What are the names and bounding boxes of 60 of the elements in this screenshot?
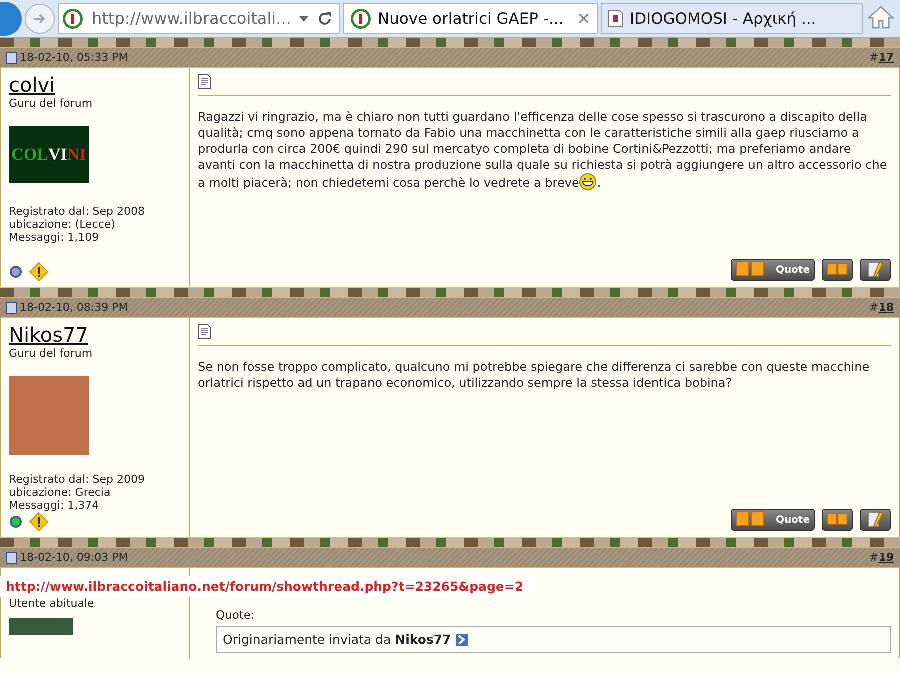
home-icon xyxy=(868,5,894,29)
warning-icon[interactable] xyxy=(29,512,49,532)
post-number-link[interactable]: 19 xyxy=(878,551,894,564)
edit-button[interactable] xyxy=(860,259,891,281)
post-date: 18-02-10, 09:03 PM xyxy=(20,551,128,564)
post-count: Messaggi: 1,374 xyxy=(9,499,100,512)
post-message: Ragazzi vi ringrazio, ma è chiaro non tutti guardano l'efficenza delle cose spesso si trascurono a discapito della qualità; cmq sono appena tornato da Fabio una macchinetta con le caratteristiche simili alla gaep riusciamo a produrla con circa 200€ quindi 290 sul mercatyo completa di bobine Cortini&Pezzotti; ma preferiamo andare avanti con la macchinetta di nostra produzione sulla quale su richiesta si potrà aggiungere un altro accessorio che a molti piacerà; non chiedetemi cosa perchè lo vedrete a breve . xyxy=(198,109,888,191)
shield-icon xyxy=(62,8,84,30)
grin-smiley-icon xyxy=(579,173,598,191)
tab-title: IDIOGOMOSI - Αρχική ... xyxy=(630,10,818,28)
registration-date: Registrato dal: Sep 2009 xyxy=(9,473,146,486)
document-icon xyxy=(6,302,17,314)
status-url: http://www.ilbraccoitaliano.net/forum/showthread.php?t=23265&page=2 xyxy=(0,576,530,597)
arrow-icon[interactable] xyxy=(456,634,468,646)
document-icon xyxy=(198,74,212,90)
multi-quote-button[interactable] xyxy=(822,259,853,281)
quote-button[interactable]: Quote xyxy=(731,259,815,281)
document-icon xyxy=(6,52,17,64)
hash-sign: # xyxy=(869,51,879,64)
home-button[interactable] xyxy=(868,5,894,32)
user-rank: Guru del forum xyxy=(9,347,94,360)
address-bar[interactable]: http://www.ilbraccoitali... xyxy=(58,3,340,34)
pencil-icon xyxy=(866,510,886,530)
post-number-link[interactable]: 18 xyxy=(878,301,894,314)
user-rank: Utente abituale xyxy=(9,597,96,610)
quote-button[interactable]: Quote xyxy=(731,509,815,531)
back-button[interactable] xyxy=(0,2,22,36)
refresh-icon[interactable] xyxy=(317,10,334,26)
user-rank: Guru del forum xyxy=(9,97,94,110)
post-date: 18-02-10, 05:33 PM xyxy=(20,51,128,64)
close-tab-button[interactable]: × xyxy=(576,8,591,28)
address-text: http://www.ilbraccoitali... xyxy=(92,9,292,28)
quote-author-line: Originariamente inviata da Nikos77 xyxy=(223,632,452,647)
dropdown-icon[interactable] xyxy=(299,16,310,22)
browser-tab[interactable]: IDIOGOMOSI - Αρχική ... xyxy=(601,3,863,34)
post-message: Se non fosse troppo complicato, qualcuno mi potrebbe spiegare che differenza ci sarebbe con queste macchine orlatrici rispetto ad un trapano economico, utilizzando sempre la stessa identica bobina? xyxy=(198,359,871,391)
multi-quote-button[interactable] xyxy=(822,509,853,531)
pencil-icon xyxy=(866,260,886,280)
username-link[interactable]: Nikos77 xyxy=(9,323,88,347)
user-location: ubicazione: (Lecce) xyxy=(9,218,116,231)
hash-sign: # xyxy=(869,301,879,314)
hash-sign: # xyxy=(869,551,879,564)
avatar-logo: COLVINI xyxy=(9,126,89,183)
page-icon xyxy=(608,10,624,28)
registration-date: Registrato dal: Sep 2008 xyxy=(9,205,146,218)
post-number-link[interactable]: 17 xyxy=(878,51,894,64)
shield-icon xyxy=(350,8,372,30)
document-icon xyxy=(198,324,212,340)
username-link[interactable]: colvi xyxy=(9,73,56,97)
edit-button[interactable] xyxy=(860,509,891,531)
user-location: ubicazione: Grecia xyxy=(9,486,112,499)
warning-icon[interactable] xyxy=(29,262,49,282)
browser-tab[interactable]: Nuove orlatrici GAEP -... × xyxy=(343,3,598,34)
document-icon xyxy=(6,552,17,564)
tab-title: Nuove orlatrici GAEP -... xyxy=(378,10,565,28)
quote-label: Quote: xyxy=(216,608,256,622)
post-count: Messaggi: 1,109 xyxy=(9,231,100,244)
photo-placeholder xyxy=(9,618,73,635)
arrow-icon xyxy=(33,12,47,24)
post-date: 18-02-10, 08:39 PM xyxy=(20,301,128,314)
